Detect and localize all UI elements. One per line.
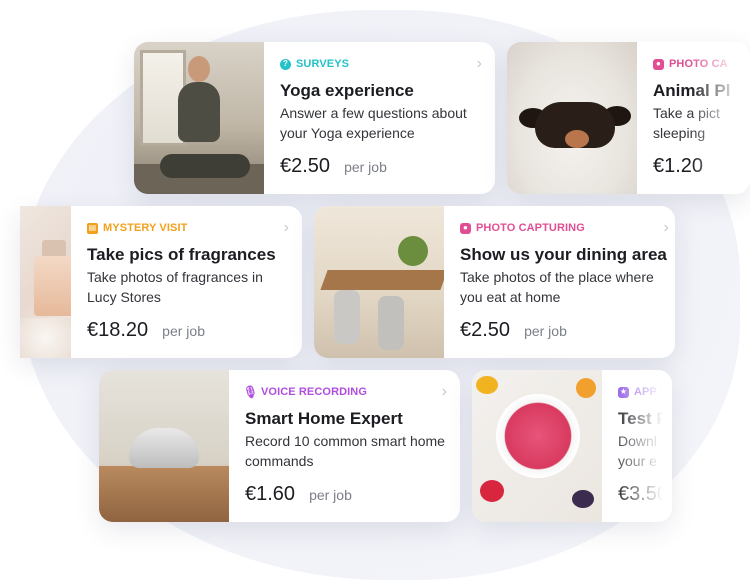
task-price: €2.50 [460,319,511,341]
task-card-dining[interactable]: ● PHOTO CAPTURING › Show us your dining … [314,206,675,358]
app-icon: ★ [618,386,629,398]
chevron-right-icon[interactable]: › [477,56,482,72]
task-description: Record 10 common smart home commands [245,433,445,469]
task-title: Test F [618,409,667,428]
price-row: €3.50 [618,483,668,506]
task-card-yoga[interactable]: ? SURVEYS › Yoga experience Answer a few… [134,42,495,194]
task-card-smarthome[interactable]: 🎙 VOICE RECORDING › Smart Home Expert Re… [99,370,460,522]
task-thumbnail-app [472,370,602,522]
per-job-label: per job [162,323,205,339]
price-row: €18.20 per job [87,319,205,342]
category-text: VOICE RECORDING [261,386,368,398]
category-label: 🎙 VOICE RECORDING [242,385,445,399]
task-card-app[interactable]: ★ APP T Test F Downl your e €3.50 [472,370,672,522]
chevron-right-icon[interactable]: › [284,220,289,236]
help-circle-icon: ? [280,58,291,70]
task-title: Take pics of fragrances [87,245,276,264]
category-text: MYSTERY VISIT [103,222,188,234]
category-label: ▤ MYSTERY VISIT [87,221,287,235]
price-row: €2.50 per job [460,319,567,342]
price-row: €2.50 per job [280,155,387,178]
task-title: Smart Home Expert [245,409,403,428]
task-price: €18.20 [87,319,149,341]
category-text: APP T [634,386,667,398]
per-job-label: per job [309,487,352,503]
chevron-right-icon[interactable]: › [664,220,669,236]
per-job-label: per job [524,323,567,339]
camera-icon: ● [460,222,471,234]
microphone-icon: 🎙 [242,385,259,399]
category-label: ★ APP T [618,385,668,399]
category-label: ? SURVEYS [280,57,480,71]
task-title: Show us your dining area [460,245,667,264]
task-description: Take photos of the place where you eat a… [460,269,654,305]
task-description: Take a pict sleeping [653,105,720,141]
task-description: Answer a few questions about your Yoga e… [280,105,467,141]
category-label: ● PHOTO CA [653,57,743,71]
task-description: Downl your e [618,433,657,469]
camera-icon: ● [653,58,664,70]
task-price: €1.20 [653,155,704,177]
task-price: €1.60 [245,483,296,505]
task-title: Yoga experience [280,81,414,100]
price-row: €1.60 per job [245,483,352,506]
task-card-fragrances[interactable]: ▤ MYSTERY VISIT › Take pics of fragrance… [20,206,302,358]
task-thumbnail-fragrances [20,206,71,358]
category-text: PHOTO CA [669,58,728,70]
price-row: €1.20 [653,155,703,178]
task-thumbnail-dining [314,206,444,358]
task-card-animal[interactable]: ● PHOTO CA Animal Pl Take a pict sleepin… [507,42,750,194]
task-price: €3.50 [618,483,669,505]
task-thumbnail-smarthome [99,370,229,522]
per-job-label: per job [344,159,387,175]
task-price: €2.50 [280,155,331,177]
category-text: SURVEYS [296,58,350,70]
task-title: Animal Pl [653,81,731,100]
category-text: PHOTO CAPTURING [476,222,585,234]
task-thumbnail-animal [507,42,637,194]
task-description: Take photos of fragrances in Lucy Stores [87,269,263,305]
store-icon: ▤ [87,222,98,234]
task-thumbnail-yoga [134,42,264,194]
chevron-right-icon[interactable]: › [442,384,447,400]
category-label: ● PHOTO CAPTURING [460,221,667,235]
